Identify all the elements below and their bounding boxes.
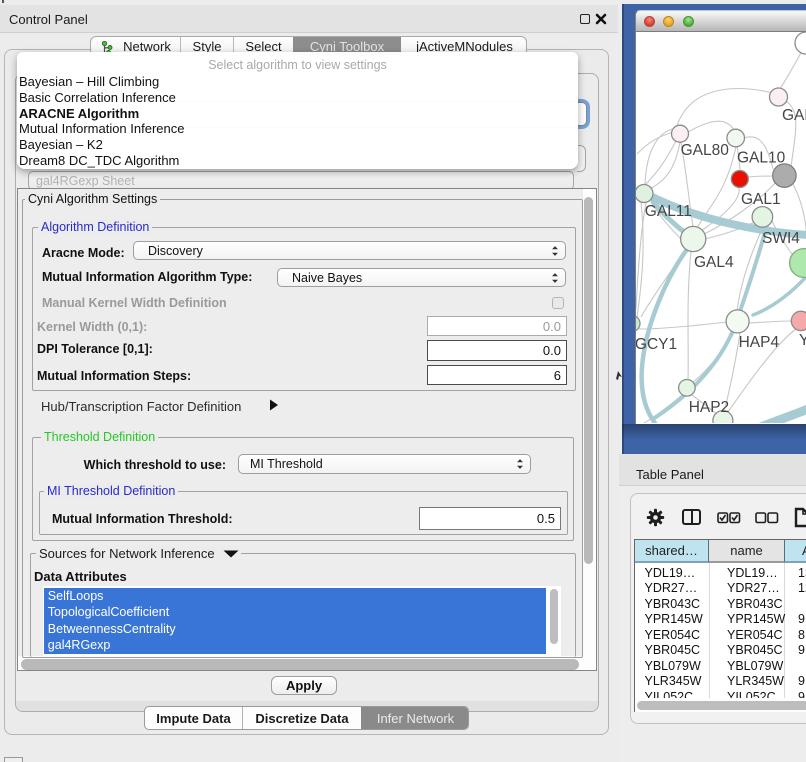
- svg-text:SWI4: SWI4: [762, 230, 800, 247]
- svg-text:GAL11: GAL11: [645, 203, 692, 220]
- svg-text:YM: YM: [799, 332, 806, 349]
- svg-text:GAL10: GAL10: [737, 150, 786, 167]
- svg-text:GAL80: GAL80: [681, 142, 730, 159]
- svg-text:HAP4: HAP4: [739, 334, 780, 351]
- svg-text:GAL4: GAL4: [694, 254, 734, 271]
- svg-text:HAP2: HAP2: [689, 399, 730, 416]
- svg-text:GAL1: GAL1: [741, 191, 781, 208]
- svg-text:GCY1: GCY1: [636, 336, 677, 353]
- svg-text:GAL7: GAL7: [782, 107, 806, 124]
